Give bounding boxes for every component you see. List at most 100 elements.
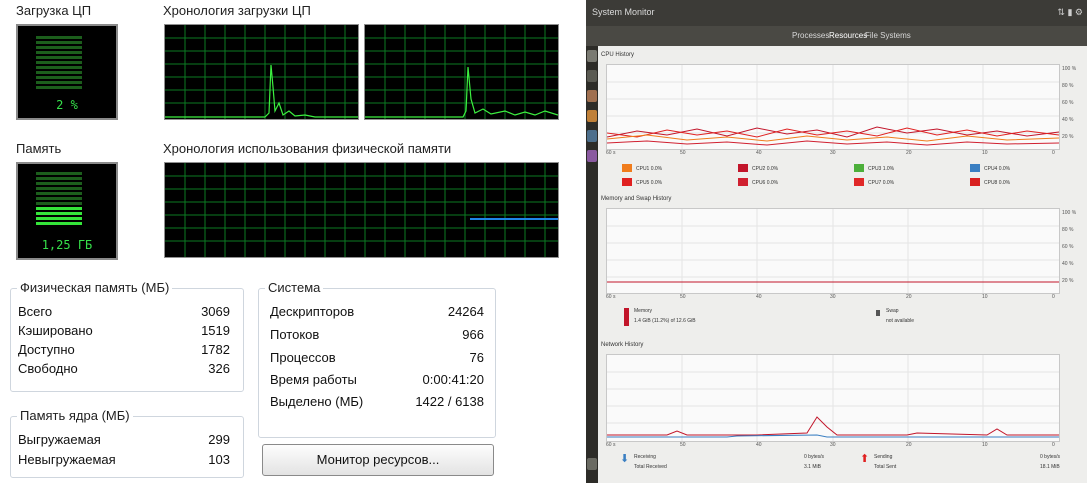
launcher-app-icon[interactable] <box>587 110 597 122</box>
axis-tick-label: 100 % <box>1062 210 1077 216</box>
table-row: Время работы 0:00:41:20 <box>270 372 484 390</box>
axis-tick-label: 80 % <box>1062 83 1074 89</box>
cpu8-swatch[interactable] <box>970 178 980 186</box>
row-label: Доступно <box>18 342 75 357</box>
cpu-usage-value: 2 % <box>56 98 78 112</box>
memory-usage-value: 1,25 ГБ <box>41 238 93 252</box>
row-value: 1422 / 6138 <box>415 394 484 409</box>
cpu4-legend: CPU4 0.0% <box>984 166 1011 172</box>
received-total: 3.1 MiB <box>804 464 821 470</box>
axis-tick-label: 20 % <box>1062 134 1074 140</box>
axis-tick-label: 30 <box>830 150 836 156</box>
launcher-app-icon[interactable] <box>587 50 597 62</box>
cpu-history-section-title: CPU History <box>601 52 635 58</box>
physical-memory-table: Всего 3069 Кэшировано 1519 Доступно 1782… <box>18 304 230 384</box>
row-value: 24264 <box>447 304 484 319</box>
grid <box>165 25 358 119</box>
axis-tick-label: 30 <box>830 294 836 300</box>
sending-arrow-icon: ⬆ <box>860 453 870 465</box>
cpu-history-chart-core2 <box>365 25 558 119</box>
system-monitor-window: System Monitor ⇅ ▮ ⚙ Processes Resources… <box>586 0 1087 483</box>
axis-tick-label: 20 <box>906 442 912 448</box>
cpu-meter-bars <box>36 36 82 91</box>
axis-tick-label: 10 <box>982 294 988 300</box>
memory-swatch[interactable] <box>624 308 629 326</box>
resource-monitor-button[interactable]: Монитор ресурсов... <box>262 444 494 476</box>
axis-tick-label: 60 s <box>606 150 616 156</box>
cpu5-swatch[interactable] <box>622 178 632 186</box>
row-value: 326 <box>208 361 230 376</box>
system-table: Дескрипторов 24264 Потоков 966 Процессов… <box>270 304 484 424</box>
cpu7-swatch[interactable] <box>854 178 864 186</box>
total-sent-label: Total Sent <box>874 464 897 470</box>
row-label: Невыгружаемая <box>18 452 116 467</box>
tab-resources[interactable]: Resources <box>829 31 867 40</box>
tray-indicators-icon: ⇅ ▮ ⚙ <box>1057 7 1083 17</box>
system-title: Система <box>265 280 324 295</box>
row-value: 966 <box>462 327 484 342</box>
launcher-app-icon[interactable] <box>587 150 597 162</box>
launcher-sidebar <box>586 46 598 483</box>
axis-tick-label: 40 % <box>1062 117 1074 123</box>
axis-tick-label: 60 s <box>606 294 616 300</box>
launcher-app-icon[interactable] <box>587 130 597 142</box>
cpu1-swatch[interactable] <box>622 164 632 172</box>
cpu4-swatch[interactable] <box>970 164 980 172</box>
cpu-history-lines <box>607 65 1059 149</box>
axis-tick-label: 50 <box>680 442 686 448</box>
cpu2-swatch[interactable] <box>738 164 748 172</box>
axis-tick-label: 40 % <box>1062 261 1074 267</box>
table-row: Выгружаемая 299 <box>18 432 230 450</box>
cpu-history-graph-core2 <box>364 24 559 120</box>
axis-tick-label: 50 <box>680 294 686 300</box>
swap-legend-value: not available <box>886 318 915 324</box>
swap-legend: Swap <box>886 308 899 314</box>
swap-swatch[interactable] <box>876 310 880 316</box>
tab-bar: Processes Resources File Systems <box>586 26 1087 46</box>
cpu7-legend: CPU7 0.0% <box>868 180 895 186</box>
physical-memory-title: Физическая память (МБ) <box>17 280 173 295</box>
memory-usage-meter: 1,25 ГБ <box>16 162 118 260</box>
cpu6-swatch[interactable] <box>738 178 748 186</box>
total-received-label: Total Received <box>634 464 667 470</box>
row-value: 1519 <box>201 323 230 338</box>
launcher-app-icon[interactable] <box>587 90 597 102</box>
sent-total: 18.1 MiB <box>1040 464 1060 470</box>
row-value: 76 <box>469 350 484 365</box>
table-row: Доступно 1782 <box>18 342 230 360</box>
axis-tick-label: 60 s <box>606 442 616 448</box>
launcher-trash-icon[interactable] <box>587 458 597 470</box>
cpu-history-title: Хронология загрузки ЦП <box>163 3 311 18</box>
cpu-history-graph-core1 <box>164 24 359 120</box>
table-row: Кэшировано 1519 <box>18 323 230 341</box>
grid <box>365 25 558 119</box>
axis-tick-label: 0 <box>1052 294 1055 300</box>
axis-tick-label: 20 % <box>1062 278 1074 284</box>
memory-history-title: Хронология использования физической памя… <box>163 141 452 156</box>
axis-tick-label: 20 <box>906 294 912 300</box>
row-label: Всего <box>18 304 53 319</box>
axis-tick-label: 100 % <box>1062 66 1077 72</box>
table-row: Выделено (МБ) 1422 / 6138 <box>270 394 484 412</box>
cpu3-swatch[interactable] <box>854 164 864 172</box>
axis-tick-label: 40 <box>756 442 762 448</box>
cpu5-legend: CPU5 0.0% <box>636 180 663 186</box>
axis-tick-label: 80 % <box>1062 227 1074 233</box>
tab-processes[interactable]: Processes <box>792 31 829 40</box>
row-value: 0:00:41:20 <box>422 372 484 387</box>
row-label: Процессов <box>270 350 336 365</box>
launcher-app-icon[interactable] <box>587 70 597 82</box>
task-manager-performance: Загрузка ЦП 2 % Хронология загрузки ЦП П… <box>0 0 565 483</box>
row-label: Дескрипторов <box>270 304 355 319</box>
axis-tick-label: 40 <box>756 294 762 300</box>
row-label: Свободно <box>18 361 78 376</box>
grid <box>607 355 1059 441</box>
cpu-history-plot <box>606 64 1060 150</box>
axis-tick-label: 0 <box>1052 442 1055 448</box>
memory-history-section-title: Memory and Swap History <box>601 196 672 202</box>
table-row: Дескрипторов 24264 <box>270 304 484 322</box>
cpu2-legend: CPU2 0.0% <box>752 166 779 172</box>
tab-file-systems[interactable]: File Systems <box>865 31 911 40</box>
network-history-lines <box>607 355 1059 441</box>
table-row: Невыгружаемая 103 <box>18 452 230 470</box>
